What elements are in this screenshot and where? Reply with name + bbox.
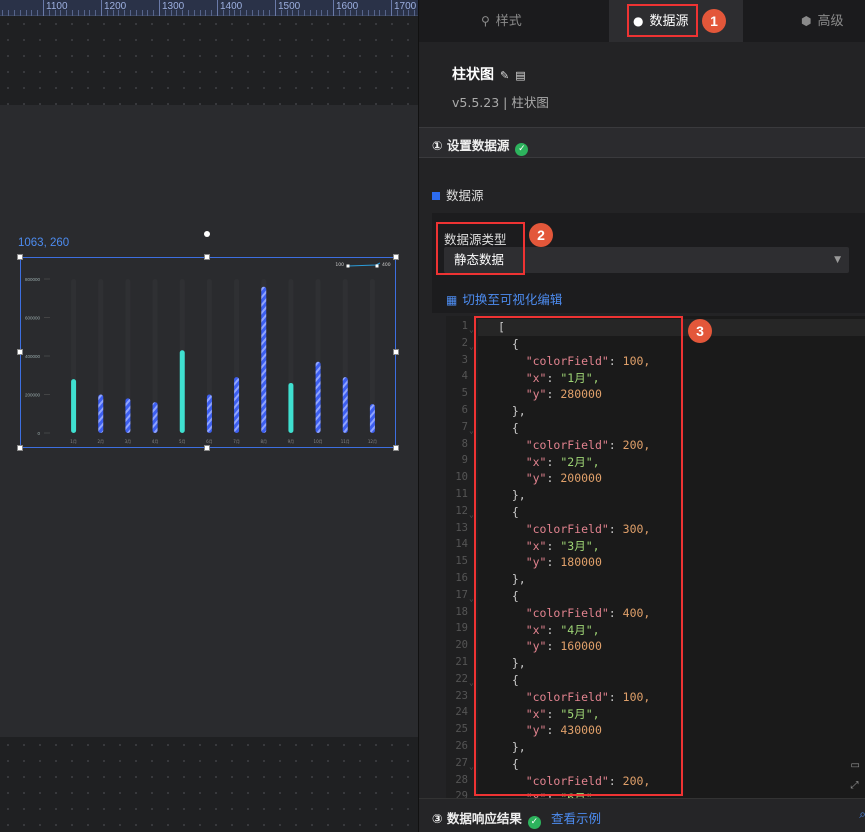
line-number: 8 — [461, 437, 468, 450]
step-badge-3: 3 — [688, 319, 712, 343]
line-number: 9 — [461, 454, 468, 467]
ruler-major-tick — [43, 0, 44, 16]
style-icon: ⚲ — [481, 14, 490, 28]
line-number: 11 — [455, 488, 468, 500]
horizontal-ruler: 1100 1200 1300 1400 1500 1600 1700 — [0, 0, 418, 16]
tab-style[interactable]: ⚲ 样式 — [419, 0, 582, 42]
line-number: 26 — [455, 740, 468, 752]
line-number: 20 — [455, 639, 468, 652]
line-number: 16 — [455, 572, 468, 584]
section-set-datasource[interactable]: ① 设置数据源 ✓ — [419, 127, 865, 158]
ruler-major-tick — [275, 0, 276, 16]
edit-icon[interactable]: ✎ — [500, 69, 509, 82]
ruler-major-tick — [217, 0, 218, 16]
rotate-handle[interactable] — [204, 231, 210, 237]
resize-handle-w[interactable] — [17, 349, 23, 355]
canvas-grid-bottom — [0, 737, 418, 832]
line-number: 24 — [455, 706, 468, 719]
line-number: 3 — [461, 353, 468, 366]
selection-box[interactable] — [20, 257, 396, 448]
ruler-label: 1700 — [394, 1, 417, 12]
line-number: 5 — [461, 387, 468, 400]
config-panel: ⚲ 样式 ● 数据源 ⬢ 高级 1 柱状图 ✎ ▤ v5.5.23 | 柱状图 ① 设置数… — [418, 0, 865, 832]
check-icon: ✓ — [515, 143, 529, 156]
resize-handle-e[interactable] — [393, 349, 399, 355]
line-number: 7 — [461, 420, 468, 433]
line-number: 22 — [455, 672, 468, 685]
line-number: 10 — [455, 471, 468, 484]
line-number: 14 — [455, 538, 468, 551]
line-number: 21 — [455, 656, 468, 668]
ruler-label: 1600 — [336, 1, 359, 12]
search-icon[interactable]: ⌕ — [859, 807, 865, 822]
highlight-box-2 — [436, 222, 525, 275]
line-number: 6 — [461, 404, 468, 416]
tab-advanced[interactable]: ⬢ 高级 — [743, 0, 865, 42]
step-badge-1: 1 — [702, 9, 726, 33]
fullscreen-icon[interactable]: ⤢ — [851, 776, 860, 796]
view-example-link[interactable]: 查看示例 — [551, 811, 601, 826]
advanced-icon: ⬢ — [801, 14, 812, 28]
line-number: 29 — [455, 790, 468, 798]
copy-icon[interactable]: ▭ — [851, 756, 860, 776]
ruler-label: 1200 — [104, 1, 127, 12]
ruler-label: 1300 — [162, 1, 185, 12]
resize-handle-ne[interactable] — [393, 254, 399, 260]
canvas-grid-top — [0, 16, 418, 105]
datasource-label: 数据源 — [432, 185, 484, 204]
line-number: 19 — [455, 622, 468, 635]
resize-handle-nw[interactable] — [17, 254, 23, 260]
ruler-label: 1100 — [46, 1, 68, 12]
document-icon[interactable]: ▤ — [515, 69, 525, 82]
highlight-box-1 — [627, 4, 698, 37]
line-number: 15 — [455, 555, 468, 568]
resize-handle-sw[interactable] — [17, 445, 23, 451]
line-number: 2 — [461, 336, 468, 349]
line-number: 1 — [461, 320, 468, 332]
line-number: 25 — [455, 723, 468, 736]
table-icon: ▦ — [446, 293, 458, 307]
ruler-major-tick — [391, 0, 392, 16]
ruler-major-tick — [333, 0, 334, 16]
editor-tools: ▭ ⤢ — [851, 756, 860, 796]
bullet-icon — [432, 192, 440, 200]
component-title: 柱状图 ✎ ▤ — [452, 67, 526, 83]
resize-handle-se[interactable] — [393, 445, 399, 451]
line-number: 18 — [455, 605, 468, 618]
line-number: 13 — [455, 521, 468, 534]
line-number: 23 — [455, 689, 468, 702]
highlight-box-3 — [474, 316, 683, 796]
resize-handle-n[interactable] — [204, 254, 210, 260]
ruler-label: 1500 — [278, 1, 301, 12]
line-number: 27 — [455, 756, 468, 769]
section-response-result[interactable]: ③ 数据响应结果 ✓ 查看示例 ⌕ — [419, 798, 865, 832]
line-number: 28 — [455, 773, 468, 786]
component-version: v5.5.23 | 柱状图 — [452, 95, 549, 110]
check-icon: ✓ — [527, 816, 541, 829]
line-number: 12 — [455, 504, 468, 517]
resize-handle-s[interactable] — [204, 445, 210, 451]
position-readout: 1063, 260 — [18, 237, 70, 249]
switch-visual-edit-link[interactable]: ▦ 切换至可视化编辑 — [446, 289, 562, 308]
ruler-label: 1400 — [220, 1, 243, 12]
step-badge-2: 2 — [529, 223, 553, 247]
ruler-major-tick — [159, 0, 160, 16]
line-number: 4 — [461, 370, 468, 383]
line-number: 17 — [455, 588, 468, 601]
chevron-down-icon: ▼ — [834, 255, 841, 265]
design-canvas[interactable]: 1100 1200 1300 1400 1500 1600 1700 1063, 260 8… — [0, 0, 418, 832]
ruler-major-tick — [101, 0, 102, 16]
